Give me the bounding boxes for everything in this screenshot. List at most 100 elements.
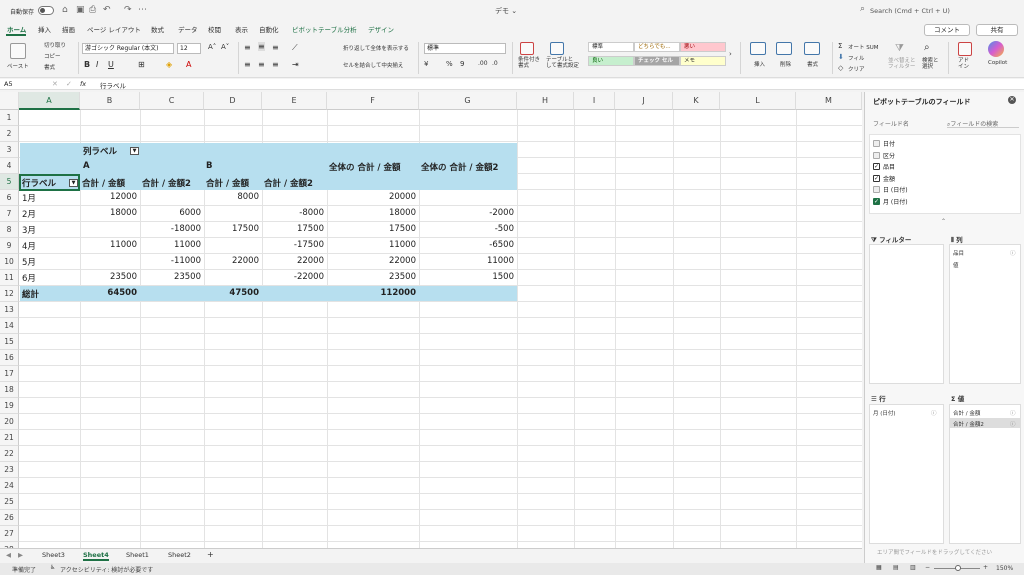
row-header[interactable]: 26 <box>0 510 19 526</box>
print-icon[interactable]: ⎙ <box>89 5 96 15</box>
col-header-g[interactable]: G <box>419 92 517 110</box>
find-icon[interactable]: ⌕ <box>924 42 930 53</box>
splitter-handle-icon[interactable]: ⌃ <box>941 218 946 225</box>
tab-draw[interactable]: 描画 <box>62 24 75 34</box>
col-header-c[interactable]: C <box>140 92 204 110</box>
normal-view-icon[interactable]: ▦ <box>876 564 882 571</box>
tab-review[interactable]: 校閲 <box>208 24 221 34</box>
align-top-icon[interactable]: ≡ <box>244 43 251 52</box>
bold-icon[interactable]: B <box>84 60 90 69</box>
save-icon[interactable]: ▣ <box>76 5 85 15</box>
row-header[interactable]: 22 <box>0 446 19 462</box>
sheet-tab-sheet1[interactable]: Sheet1 <box>126 551 149 559</box>
col-header-m[interactable]: M <box>796 92 862 110</box>
sheet-next-icon[interactable]: ▶ <box>18 551 23 559</box>
accessibility-status[interactable]: アクセシビリティ: 検討が必要です <box>60 565 153 574</box>
row-header[interactable]: 23 <box>0 462 19 478</box>
info-icon[interactable]: ⓘ <box>1010 409 1016 417</box>
row-header[interactable]: 14 <box>0 318 19 334</box>
page-layout-view-icon[interactable]: ▤ <box>893 564 899 571</box>
field-checkbox[interactable]: ✓ <box>873 163 880 170</box>
share-button[interactable]: 共有 <box>976 24 1018 36</box>
align-middle-icon[interactable]: ≡ <box>258 42 265 51</box>
align-right-icon[interactable]: ≡ <box>272 60 279 69</box>
row-header[interactable]: 3 <box>0 142 19 158</box>
clear-icon[interactable]: ◇ <box>838 64 843 72</box>
comma-icon[interactable]: 9 <box>460 60 464 68</box>
close-icon[interactable]: ✕ <box>1008 96 1016 104</box>
fill-color-icon[interactable]: ◈ <box>166 60 172 69</box>
columns-item-hinmoku[interactable]: 品目 <box>953 249 964 257</box>
row-header[interactable]: 13 <box>0 302 19 318</box>
zoom-slider-thumb[interactable] <box>955 565 961 571</box>
format-cells-icon[interactable] <box>804 42 820 55</box>
row-header[interactable]: 5 <box>0 174 19 190</box>
tab-data[interactable]: データ <box>178 24 198 34</box>
align-center-icon[interactable]: ≡ <box>258 60 265 69</box>
row-header[interactable]: 8 <box>0 222 19 238</box>
font-name-select[interactable]: 游ゴシック Regular (本文) <box>82 43 174 54</box>
font-color-icon[interactable]: A <box>186 60 191 69</box>
row-header[interactable]: 10 <box>0 254 19 270</box>
field-item[interactable]: 日付 <box>873 139 895 148</box>
fill-icon[interactable]: ⬇ <box>838 53 844 61</box>
align-bottom-icon[interactable]: ≡ <box>272 43 279 52</box>
rows-drop-area[interactable] <box>869 404 944 544</box>
row-header[interactable]: 12 <box>0 286 19 302</box>
style-normal[interactable]: 標準 <box>588 42 634 52</box>
increase-decimal-icon[interactable]: .00 <box>478 60 488 67</box>
orientation-icon[interactable]: ⟋ <box>292 43 298 53</box>
decrease-decimal-icon[interactable]: .0 <box>492 60 498 67</box>
row-header[interactable]: 1 <box>0 110 19 126</box>
row-header[interactable]: 18 <box>0 382 19 398</box>
sheet-tab-sheet4[interactable]: Sheet4 <box>83 551 109 561</box>
redo-icon[interactable]: ↷ <box>124 5 132 15</box>
col-header-j[interactable]: J <box>615 92 673 110</box>
field-item[interactable]: ✓ 月 (日付) <box>873 197 908 206</box>
row-header[interactable]: 9 <box>0 238 19 254</box>
col-header-h[interactable]: H <box>517 92 574 110</box>
style-bad[interactable]: 悪い <box>680 42 726 52</box>
increase-font-icon[interactable]: A˄ <box>208 43 216 51</box>
clear-button[interactable]: クリア <box>848 65 865 73</box>
enter-icon[interactable]: ✓ <box>66 80 72 88</box>
field-checkbox[interactable]: ✓ <box>873 197 880 205</box>
field-checkbox[interactable] <box>873 186 880 193</box>
addins-icon[interactable] <box>958 42 972 56</box>
columns-item-values[interactable]: 値 <box>953 261 959 269</box>
delete-cells-icon[interactable] <box>776 42 792 55</box>
style-good[interactable]: 良い <box>588 56 634 66</box>
col-header-b[interactable]: B <box>80 92 140 110</box>
page-break-view-icon[interactable]: ▥ <box>910 564 916 571</box>
row-header[interactable]: 4 <box>0 158 19 174</box>
row-header[interactable]: 25 <box>0 494 19 510</box>
sheet-tab-sheet2[interactable]: Sheet2 <box>168 551 191 559</box>
tab-automate[interactable]: 自動化 <box>259 24 279 34</box>
copilot-icon[interactable] <box>988 41 1004 57</box>
align-left-icon[interactable]: ≡ <box>244 60 251 69</box>
filters-drop-area[interactable] <box>869 244 944 384</box>
field-search-input[interactable]: ⌕フィールドの検索 <box>947 119 1019 128</box>
undo-icon[interactable]: ↶ <box>103 5 111 15</box>
home-icon[interactable]: ⌂ <box>62 5 68 15</box>
field-checkbox[interactable] <box>873 140 880 147</box>
style-note[interactable]: メモ <box>680 56 726 66</box>
style-neutral[interactable]: どちらでも... <box>634 42 680 52</box>
field-checkbox[interactable] <box>873 151 880 159</box>
info-icon[interactable]: ⓘ <box>931 409 937 417</box>
row-header[interactable]: 19 <box>0 398 19 414</box>
tab-insert[interactable]: 挿入 <box>38 24 51 34</box>
cancel-icon[interactable]: ✕ <box>52 80 58 88</box>
table-format-icon[interactable] <box>550 42 564 55</box>
row-header[interactable]: 15 <box>0 334 19 350</box>
field-item[interactable]: 日 (日付) <box>873 185 908 194</box>
italic-icon[interactable]: I <box>96 60 98 69</box>
fill-button[interactable]: フィル <box>848 54 864 62</box>
currency-icon[interactable]: ¥ <box>424 60 428 68</box>
row-header[interactable]: 27 <box>0 526 19 542</box>
paste-icon[interactable] <box>10 43 26 59</box>
col-header-e[interactable]: E <box>262 92 327 110</box>
wrap-text-button[interactable]: 折り返して全体を表示する <box>343 44 409 52</box>
font-size-select[interactable]: 12 <box>177 43 201 54</box>
tab-pivot-analyze[interactable]: ピボットテーブル分析 <box>292 24 357 34</box>
